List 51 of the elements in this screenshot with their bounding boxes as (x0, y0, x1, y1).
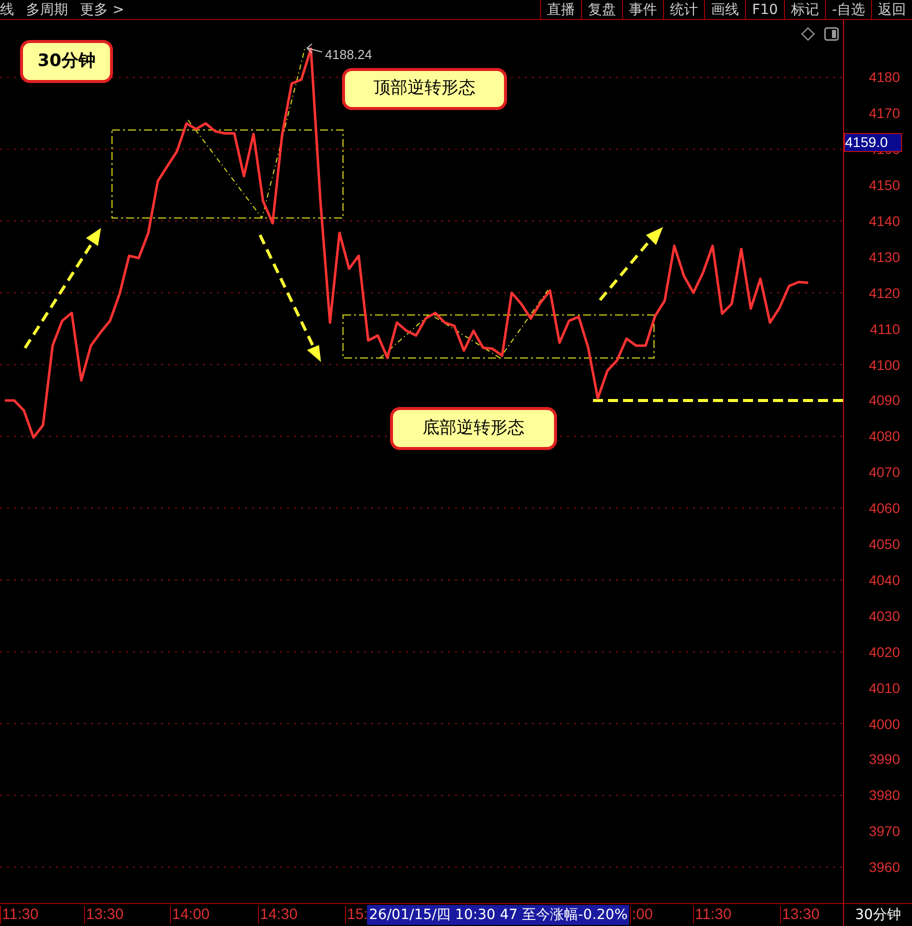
toolbar-button[interactable]: -自选 (824, 0, 871, 19)
axis-tick-label: 4040 (868, 572, 900, 587)
callout-label: 30分钟 (20, 40, 113, 83)
period-label[interactable]: 30分钟 (843, 904, 912, 926)
axis-tick-label: 4110 (870, 322, 900, 336)
pointer-icon (306, 44, 322, 54)
axis-tick-label: 4070 (868, 465, 900, 480)
menu-item[interactable]: 更多 > (80, 2, 124, 16)
toolbar-button[interactable]: 复盘 (581, 0, 622, 19)
toolbar-button[interactable]: 统计 (663, 0, 704, 19)
axis-tick-label: 4060 (868, 501, 900, 516)
time-label: 13:30 (84, 906, 124, 924)
axis-tick-label: 3960 (868, 860, 900, 874)
axis-tick-label: 3970 (868, 824, 900, 838)
time-label: :00 (630, 906, 653, 924)
peak-price-label: 4188.24 (325, 46, 372, 64)
menu-item[interactable]: 多周期 (26, 2, 68, 16)
axis-tick-label: 4020 (868, 644, 900, 659)
axis-tick-label: 4150 (868, 178, 900, 192)
axis-tick-label: 4170 (868, 106, 900, 120)
time-label: 13:30 (780, 906, 820, 924)
axis-tick-label: 4090 (868, 393, 900, 408)
axis-tick-label: 4180 (868, 70, 900, 84)
diamond-icon[interactable] (801, 27, 815, 41)
axis-tick-label: 4010 (868, 680, 900, 695)
axis-tick-label: 3980 (868, 788, 900, 802)
axis-tick-label: 4100 (868, 358, 900, 372)
axis-tick-label: 3990 (868, 752, 900, 766)
axis-tick-label: 4130 (868, 250, 900, 264)
menu-item[interactable]: 线 (0, 2, 14, 16)
toolbar-button[interactable]: 事件 (622, 0, 664, 19)
current-price-tag: 4159.0 (844, 133, 902, 152)
axis-tick-label: 4030 (868, 608, 900, 623)
time-label: 14:00 (170, 906, 210, 924)
time-label: 11:30 (0, 906, 38, 924)
axis-tick-label: 4050 (868, 537, 900, 552)
toolbar-button[interactable]: F10 (745, 0, 784, 19)
time-label: 11:30 (693, 906, 732, 924)
toolbar-button[interactable]: 返回 (871, 0, 912, 19)
cursor-info-label: 26/01/15/四 10:30 47 至今涨幅-0.20% (367, 905, 629, 925)
toolbar-button[interactable]: 直播 (540, 0, 582, 19)
axis-tick-label: 4140 (868, 214, 900, 228)
toolbar-button[interactable]: 画线 (704, 0, 746, 19)
axis-tick-label: 4080 (868, 429, 900, 444)
toolbar-button[interactable]: 标记 (784, 0, 825, 19)
axis-tick-label: 4000 (868, 716, 900, 731)
panel-toggle-icon[interactable] (824, 27, 839, 41)
callout-label: 顶部逆转形态 (342, 68, 507, 110)
axis-tick-label: 4120 (868, 286, 900, 300)
time-label: 14:30 (258, 906, 298, 924)
callout-label: 底部逆转形态 (390, 407, 557, 450)
